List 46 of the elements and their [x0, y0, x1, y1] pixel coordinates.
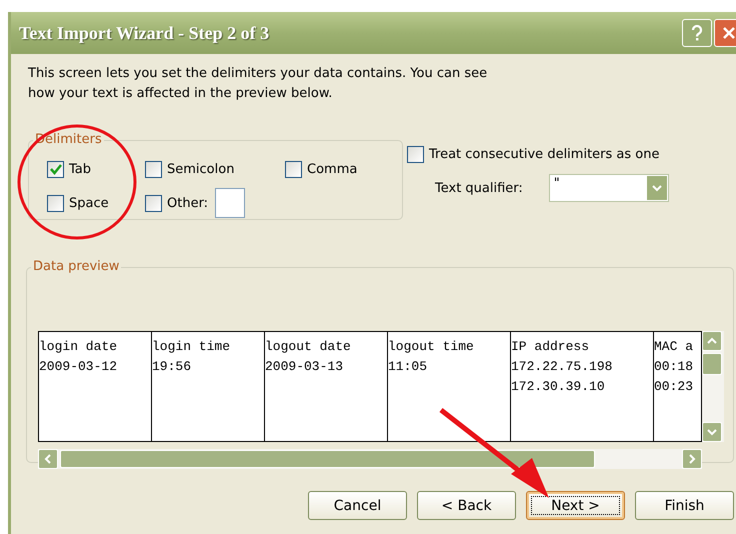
horizontal-scrollbar[interactable]	[38, 449, 702, 469]
table-cell-text: login date	[39, 338, 118, 356]
text-qualifier-dropdown[interactable]: "	[548, 174, 669, 202]
table-cell-text: logout date	[265, 338, 352, 356]
dialog-button[interactable]: Next >	[526, 491, 625, 520]
table-cell-text: 11:05	[388, 358, 428, 376]
table-cell-text: 2009-03-12	[39, 358, 118, 376]
instructions-text: This screen lets you set the delimiters your data contains. You can see how your text is affected in the preview below.	[28, 65, 488, 103]
dialog-button[interactable]: Cancel	[308, 491, 407, 520]
scroll-thumb[interactable]	[60, 450, 595, 468]
window-title: Text Import Wizard - Step 2 of 3	[19, 22, 270, 44]
table-cell-text: 172.30.39.10	[511, 378, 606, 396]
vertical-scrollbar[interactable]	[702, 331, 724, 442]
scroll-thumb[interactable]	[702, 353, 722, 375]
table-cell-text: 00:18	[654, 358, 694, 376]
table-cell-text: 172.22.75.198	[511, 358, 614, 376]
checkbox-label: Other:	[167, 196, 208, 210]
table-cell-text: 00:23	[654, 378, 694, 396]
checkbox[interactable]	[285, 160, 302, 178]
table-cell-text: MAC a	[654, 338, 694, 356]
field-label: Text qualifier:	[435, 180, 523, 196]
group-label: Data preview	[31, 259, 122, 274]
checkbox-label: Space	[69, 196, 109, 210]
checkbox[interactable]	[47, 194, 64, 212]
scroll-right-button[interactable]	[682, 449, 702, 469]
checkbox-label: Treat consecutive delimiters as one	[429, 146, 660, 162]
table-cell-text: login time	[152, 338, 232, 356]
table-cell-text: IP address	[511, 338, 590, 356]
help-icon[interactable]	[682, 19, 712, 47]
checkbox[interactable]	[47, 160, 64, 178]
table-cell-text: logout time	[388, 338, 475, 356]
checkbox-label: Comma	[307, 162, 358, 176]
scroll-up-button[interactable]	[702, 331, 722, 351]
scroll-left-button[interactable]	[38, 449, 58, 469]
checkbox[interactable]	[145, 194, 162, 212]
checkbox-label: Semicolon	[167, 162, 234, 176]
scroll-down-button[interactable]	[702, 422, 722, 442]
close-icon[interactable]	[714, 19, 736, 47]
table-cell-text: 2009-03-13	[265, 358, 344, 376]
checkbox-label: Tab	[69, 162, 92, 176]
checkbox[interactable]	[407, 146, 424, 162]
other-input-field[interactable]	[215, 188, 246, 218]
dialog-button[interactable]: Finish	[635, 491, 734, 520]
dialog-button[interactable]: < Back	[417, 491, 516, 520]
checkbox[interactable]	[145, 160, 162, 178]
table-cell-text: 19:56	[152, 358, 192, 376]
